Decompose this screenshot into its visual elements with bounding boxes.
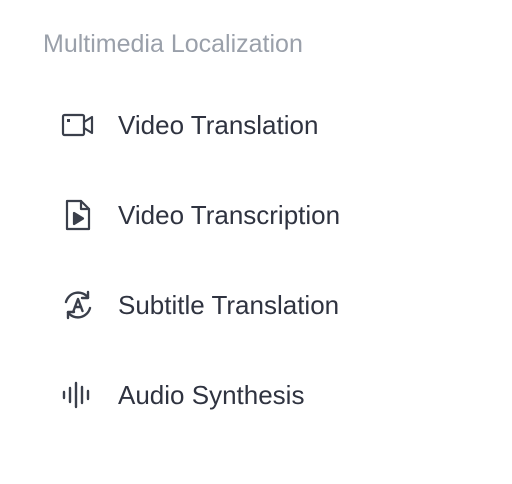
menu-item-label: Video Translation (118, 110, 319, 140)
menu-item-video-translation[interactable]: Video Translation (52, 97, 472, 153)
section-title: Multimedia Localization (43, 30, 303, 58)
menu-item-subtitle-translation[interactable]: Subtitle Translation (52, 277, 472, 333)
video-camera-icon (56, 97, 100, 153)
multimedia-localization-section: Multimedia Localization Video Translatio… (0, 0, 512, 484)
menu-item-label: Video Transcription (118, 200, 341, 230)
play-document-icon (56, 187, 100, 243)
letter-a-refresh-icon (56, 277, 100, 333)
menu-item-label: Subtitle Translation (118, 290, 340, 320)
menu-item-label: Audio Synthesis (118, 380, 305, 410)
menu-item-video-transcription[interactable]: Video Transcription (52, 187, 472, 243)
menu-item-audio-synthesis[interactable]: Audio Synthesis (52, 367, 472, 423)
audio-waveform-icon (56, 367, 100, 423)
